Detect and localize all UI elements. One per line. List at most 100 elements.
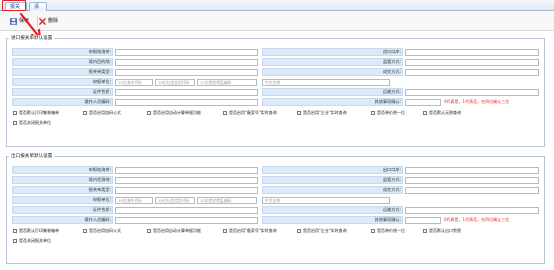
import-cert-input[interactable]	[115, 88, 258, 96]
active-tab-highlight	[2, 0, 26, 11]
export-checkbox-row-1: 是否默认打印集装箱单 是否启用加码公式 是否启用自动计算单据功能 是否启用"备案…	[7, 227, 544, 235]
export-settings-panel: 出口报关单默认设置 申报地海关: 出口口岸: 境内货源地: 监管方式: 报关单类…	[6, 153, 545, 264]
export-unit-inspection-code-input[interactable]: 10位检验检疫编码	[197, 196, 257, 204]
export-unit-label: 申报单位:	[92, 197, 111, 202]
import-deal-label: 成交方式:	[382, 69, 401, 74]
export-cert-input[interactable]	[115, 206, 258, 214]
export-transport-input[interactable]	[405, 206, 539, 214]
export-source-input[interactable]	[115, 176, 258, 184]
export-declare-customs-label: 申报地海关:	[88, 167, 111, 172]
export-type-input[interactable]	[115, 186, 258, 194]
export-other-confirm-note: 0代表是，1代表否，在四位确认三位	[444, 217, 510, 222]
import-checkbox-2[interactable]: 是否启用加码公式	[83, 109, 121, 117]
export-row-2: 境内货源地: 监管方式:	[7, 176, 544, 184]
checkbox-label: 是否启用自动计算单据功能	[153, 110, 201, 115]
export-unit-credit-code-input[interactable]: 18位社会信用代码	[155, 196, 195, 204]
export-checkbox-8[interactable]: 是否关闭报关单位	[13, 237, 51, 245]
import-row-6: 操作人员编码: 其他事项确认: 0代表是，1代表否，在四位确认三位	[7, 98, 544, 106]
export-other-confirm-input[interactable]	[405, 216, 441, 224]
checkbox-label: 是否默认打印集装箱单	[19, 228, 59, 233]
import-row-5: 证件性质: 运输方式:	[7, 88, 544, 96]
checkbox-label: 是否默认打印集装箱单	[19, 110, 59, 115]
import-unit-credit-code-input[interactable]: 18位社会信用代码	[155, 78, 195, 86]
checkbox-label: 是否单价统一位	[377, 110, 405, 115]
import-other-confirm-input[interactable]	[405, 98, 441, 106]
export-deal-input[interactable]	[405, 186, 539, 194]
export-row-4: 申报单位: 10位海关代码 18位社会信用代码 10位检验检疫编码 中文名称	[7, 196, 544, 204]
import-checkbox-5[interactable]: 是否启用"企业"实时查询	[297, 109, 347, 117]
export-declare-customs-input[interactable]	[115, 166, 258, 174]
import-port-label: 进口口岸:	[382, 49, 401, 54]
export-unit-customs-code-input[interactable]: 10位海关代码	[115, 196, 153, 204]
import-checkbox-3[interactable]: 是否启用自动计算单据功能	[147, 109, 201, 117]
import-checkbox-8[interactable]: 是否关闭报关单位	[13, 119, 51, 127]
checkbox-label: 是否启用加码公式	[89, 110, 121, 115]
checkbox-label: 是否启用"企业"实时查询	[303, 110, 347, 115]
import-checkbox-row-2: 是否关闭报关单位	[7, 119, 544, 127]
import-port-input[interactable]	[405, 48, 539, 56]
export-type-label: 报关单类型:	[88, 187, 111, 192]
import-unit-label: 申报单位:	[92, 79, 111, 84]
import-transport-input[interactable]	[405, 88, 539, 96]
import-row-4: 申报单位: 10位海关代码 18位社会信用代码 10位检验检疫编码 中文名称	[7, 78, 544, 86]
import-destination-label: 境内目的地:	[88, 59, 111, 64]
import-cert-label: 证件性质:	[92, 89, 111, 94]
import-type-label: 报关单类型:	[88, 69, 111, 74]
import-settings-panel: 进口报关单默认设置 申报地海关: 进口口岸: 境内目的地: 监管方式: 报关单类…	[6, 35, 545, 147]
checkbox-label: 是否启用"企业"实时查询	[303, 228, 347, 233]
export-supervision-input[interactable]	[405, 176, 539, 184]
tab-list[interactable]: 清单	[29, 2, 47, 19]
export-supervision-label: 监管方式:	[382, 177, 401, 182]
import-checkbox-4[interactable]: 是否启用"备案号"实时查询	[223, 109, 277, 117]
export-checkbox-5[interactable]: 是否启用"企业"实时查询	[297, 227, 347, 235]
save-icon	[10, 18, 17, 25]
import-operator-label: 操作人员编码:	[84, 99, 111, 104]
import-checkbox-1[interactable]: 是否默认打印集装箱单	[13, 109, 59, 117]
import-checkbox-6[interactable]: 是否单价统一位	[371, 109, 405, 117]
export-unit-name-input[interactable]: 中文名称	[262, 196, 390, 204]
checkbox-label: 是否默认出口免税	[429, 228, 461, 233]
checkbox-label: 是否关闭报关单位	[19, 120, 51, 125]
import-destination-input[interactable]	[115, 58, 258, 66]
import-other-confirm-note: 0代表是，1代表否，在四位确认三位	[444, 99, 510, 104]
import-deal-input[interactable]	[405, 68, 539, 76]
import-checkbox-7[interactable]: 是否默认无税查询	[423, 109, 461, 117]
export-checkbox-1[interactable]: 是否默认打印集装箱单	[13, 227, 59, 235]
export-checkbox-2[interactable]: 是否启用加码公式	[83, 227, 121, 235]
import-operator-input[interactable]	[115, 98, 258, 106]
export-row-3: 报关单类型: 成交方式:	[7, 186, 544, 194]
export-row-6: 操作人员编码: 其他事项确认: 0代表是，1代表否，在四位确认三位	[7, 216, 544, 224]
import-other-confirm-label: 其他事项确认:	[374, 99, 401, 104]
import-row-1: 申报地海关: 进口口岸:	[7, 48, 544, 56]
export-checkbox-4[interactable]: 是否启用"备案号"实时查询	[223, 227, 277, 235]
checkbox-label: 是否关闭报关单位	[19, 238, 51, 243]
export-operator-label: 操作人员编码:	[84, 217, 111, 222]
export-checkbox-3[interactable]: 是否启用自动计算单据功能	[147, 227, 201, 235]
export-row-5: 证件性质: 运输方式:	[7, 206, 544, 214]
checkbox-label: 是否启用自动计算单据功能	[153, 228, 201, 233]
export-port-input[interactable]	[405, 166, 539, 174]
export-source-label: 境内货源地:	[88, 177, 111, 182]
export-checkbox-7[interactable]: 是否默认出口免税	[423, 227, 461, 235]
export-operator-input[interactable]	[115, 216, 258, 224]
import-supervision-input[interactable]	[405, 58, 539, 66]
import-type-input[interactable]	[115, 68, 258, 76]
import-unit-customs-code-input[interactable]: 10位海关代码	[115, 78, 153, 86]
export-checkbox-6[interactable]: 是否单价统一位	[371, 227, 405, 235]
checkbox-label: 是否单价统一位	[377, 228, 405, 233]
export-cert-label: 证件性质:	[92, 207, 111, 212]
checkbox-label: 是否启用"备案号"实时查询	[229, 110, 277, 115]
import-unit-name-input[interactable]: 中文名称	[262, 78, 390, 86]
import-transport-label: 运输方式:	[382, 89, 401, 94]
import-declare-customs-input[interactable]	[115, 48, 258, 56]
export-other-confirm-label: 其他事项确认:	[374, 217, 401, 222]
checkbox-label: 是否启用加码公式	[89, 228, 121, 233]
export-transport-label: 运输方式:	[382, 207, 401, 212]
export-deal-label: 成交方式:	[382, 187, 401, 192]
tab-bar: 报关单 清单	[0, 0, 554, 19]
import-supervision-label: 监管方式:	[382, 59, 401, 64]
import-declare-customs-label: 申报地海关:	[88, 49, 111, 54]
import-unit-inspection-code-input[interactable]: 10位检验检疫编码	[197, 78, 257, 86]
import-panel-title: 进口报关单默认设置	[9, 35, 55, 41]
delete-button-label: 删除	[48, 18, 59, 24]
